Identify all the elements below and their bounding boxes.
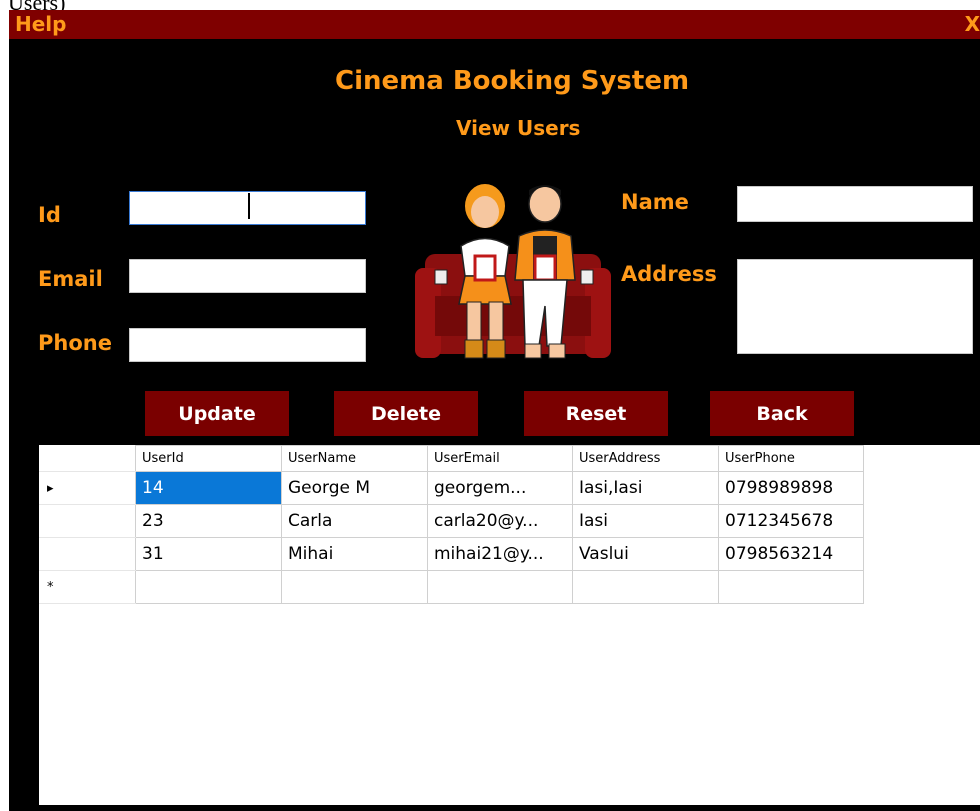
delete-button[interactable]: Delete	[334, 391, 478, 436]
table-cell[interactable]: 0798989898	[718, 471, 864, 505]
column-header-useremail[interactable]: UserEmail	[427, 445, 573, 472]
table-cell[interactable]: Mihai	[281, 537, 428, 571]
table-cell[interactable]: George M	[281, 471, 428, 505]
table-cell[interactable]: 14	[135, 471, 282, 505]
table-cell[interactable]	[281, 570, 428, 604]
table-cell[interactable]: 23	[135, 504, 282, 538]
phone-label: Phone	[38, 331, 112, 355]
table-row[interactable]: ▸ 14 George M georgem... Iasi,Iasi 07989…	[39, 471, 864, 505]
new-row[interactable]: *	[39, 570, 864, 604]
table-cell[interactable]	[572, 570, 719, 604]
table-cell[interactable]: georgem...	[427, 471, 573, 505]
address-label: Address	[621, 262, 717, 286]
new-row-indicator-icon: *	[39, 570, 136, 604]
address-field[interactable]	[737, 259, 973, 354]
cinema-couple-illustration-icon	[415, 184, 611, 359]
table-cell[interactable]	[427, 570, 573, 604]
table-cell[interactable]: Iasi,Iasi	[572, 471, 719, 505]
row-header	[39, 537, 136, 571]
table-cell[interactable]: 31	[135, 537, 282, 571]
column-header-userphone[interactable]: UserPhone	[718, 445, 864, 472]
back-button[interactable]: Back	[710, 391, 854, 436]
email-field[interactable]	[129, 259, 366, 293]
table-cell[interactable]: Iasi	[572, 504, 719, 538]
close-button[interactable]: X	[965, 12, 980, 36]
help-menu[interactable]: Help	[15, 12, 66, 36]
email-label: Email	[38, 267, 103, 291]
app-title: Cinema Booking System	[335, 66, 690, 96]
page-subtitle: View Users	[456, 116, 581, 140]
table-cell[interactable]	[135, 570, 282, 604]
title-bar: Help X	[9, 10, 980, 39]
text-caret	[248, 193, 250, 219]
column-header-userid[interactable]: UserId	[135, 445, 282, 472]
table-cell[interactable]	[718, 570, 864, 604]
table-cell[interactable]: 0712345678	[718, 504, 864, 538]
name-label: Name	[621, 190, 689, 214]
row-header-corner	[39, 445, 136, 472]
column-header-username[interactable]: UserName	[281, 445, 428, 472]
users-table: UserId UserName UserEmail UserAddress Us…	[39, 445, 864, 604]
row-header	[39, 504, 136, 538]
column-header-useraddress[interactable]: UserAddress	[572, 445, 719, 472]
app-window: Help X Cinema Booking System View Users …	[9, 10, 980, 811]
users-grid[interactable]: UserId UserName UserEmail UserAddress Us…	[39, 445, 980, 805]
table-cell[interactable]: 0798563214	[718, 537, 864, 571]
update-button[interactable]: Update	[145, 391, 289, 436]
name-field[interactable]	[737, 186, 973, 222]
table-cell[interactable]: carla20@y...	[427, 504, 573, 538]
table-cell[interactable]: Carla	[281, 504, 428, 538]
reset-button[interactable]: Reset	[524, 391, 668, 436]
table-cell[interactable]: mihai21@y...	[427, 537, 573, 571]
table-header-row: UserId UserName UserEmail UserAddress Us…	[39, 445, 864, 472]
table-cell[interactable]: Vaslui	[572, 537, 719, 571]
table-row[interactable]: 23 Carla carla20@y... Iasi 0712345678	[39, 504, 864, 538]
id-label: Id	[38, 203, 61, 227]
current-row-indicator-icon: ▸	[39, 471, 136, 505]
phone-field[interactable]	[129, 328, 366, 362]
table-row[interactable]: 31 Mihai mihai21@y... Vaslui 0798563214	[39, 537, 864, 571]
